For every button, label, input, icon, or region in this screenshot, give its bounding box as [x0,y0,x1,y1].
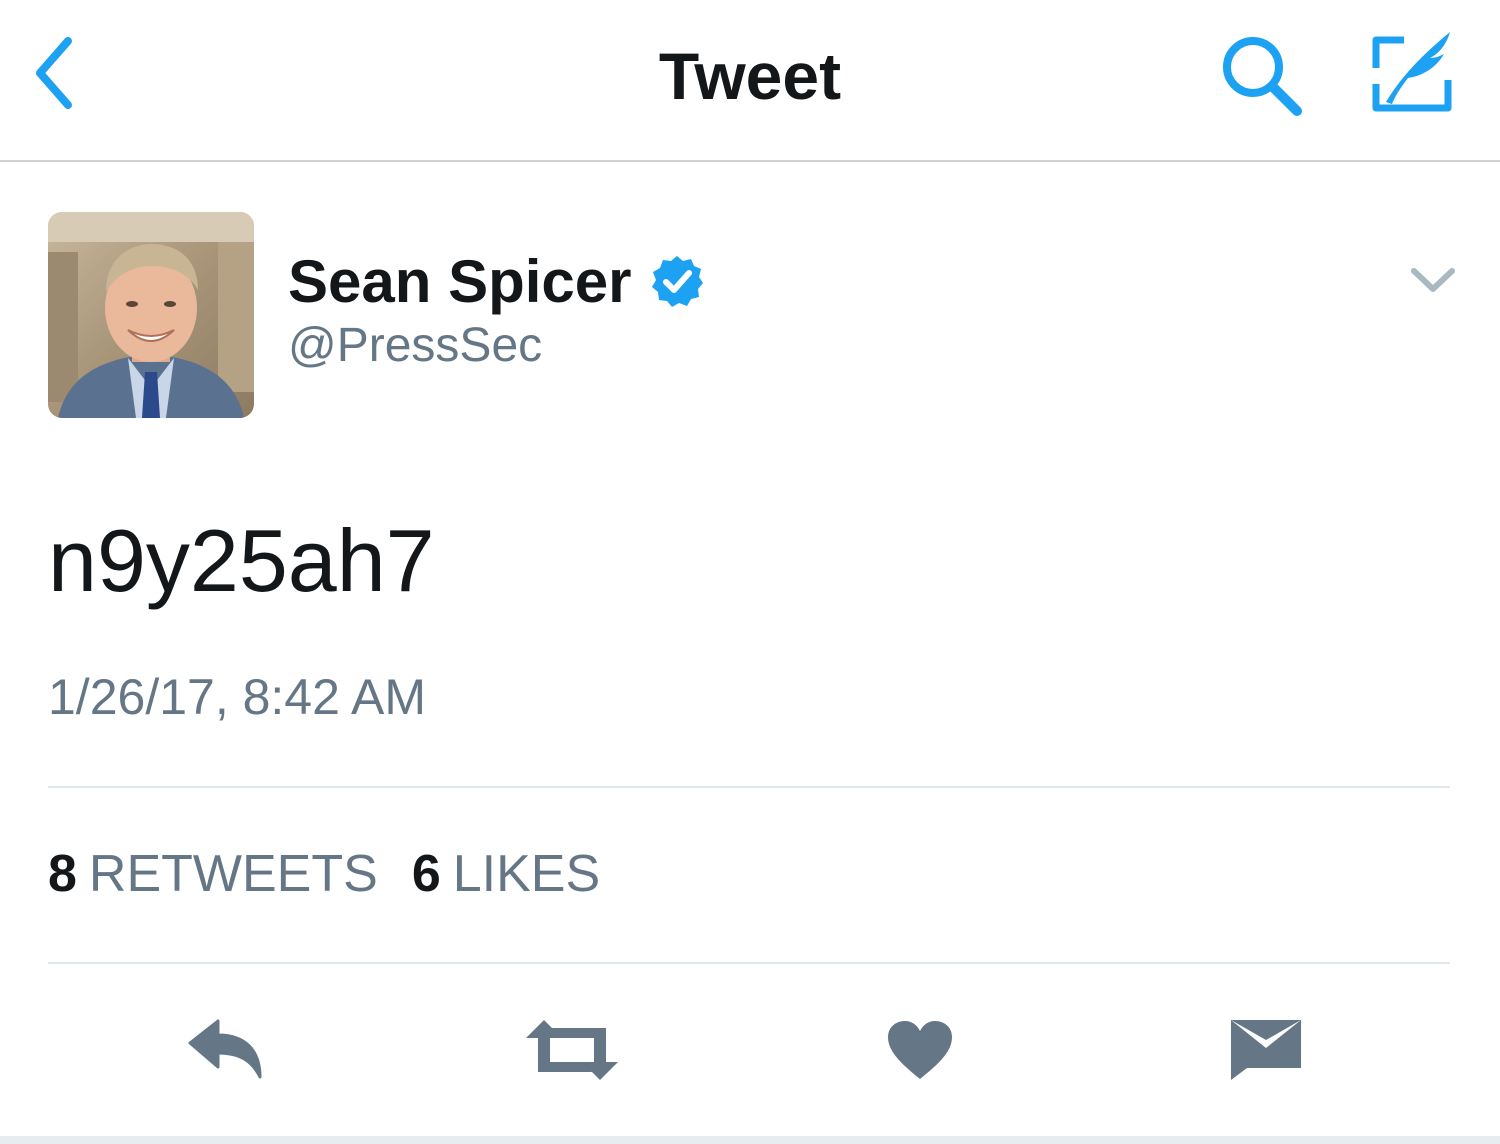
like-button[interactable] [860,1000,980,1100]
direct-message-icon [1231,1020,1301,1080]
retweet-icon [526,1020,618,1080]
like-icon [888,1021,952,1079]
retweet-button[interactable] [512,1000,632,1100]
tweet-options-button[interactable] [1400,250,1466,310]
divider [48,962,1450,964]
author-handle[interactable]: @PressSec [288,318,542,373]
likes-stat[interactable]: 6 LIKES [412,844,600,904]
chevron-left-icon [36,37,72,109]
chevron-down-icon [1411,268,1455,292]
compose-tweet-icon [1372,32,1452,112]
author-name-row[interactable]: Sean Spicer [288,246,704,316]
back-button[interactable] [20,28,90,118]
retweets-label: RETWEETS [88,845,378,903]
likes-label: LIKES [452,845,601,903]
tweet-text: n9y25ah7 [48,511,435,610]
verified-badge-icon [650,254,704,308]
navigation-bar: Tweet [0,0,1500,162]
profile-photo [48,212,254,418]
avatar[interactable] [48,212,254,418]
retweets-count: 8 [48,845,77,903]
search-icon [1223,37,1302,116]
compose-tweet-button[interactable] [1360,20,1464,124]
tweet-stats: 8 RETWEETS 6 LIKES [48,844,600,904]
reply-button[interactable] [166,1000,286,1100]
author-display-name[interactable]: Sean Spicer [288,247,632,316]
retweets-stat[interactable]: 8 RETWEETS [48,844,378,904]
divider [48,786,1450,788]
likes-count: 6 [411,845,441,903]
bottom-separator [0,1136,1500,1144]
tweet-timestamp: 1/26/17, 8:42 AM [48,669,427,725]
reply-icon [188,1019,262,1079]
search-button[interactable] [1212,28,1312,124]
direct-message-button[interactable] [1206,1000,1326,1100]
